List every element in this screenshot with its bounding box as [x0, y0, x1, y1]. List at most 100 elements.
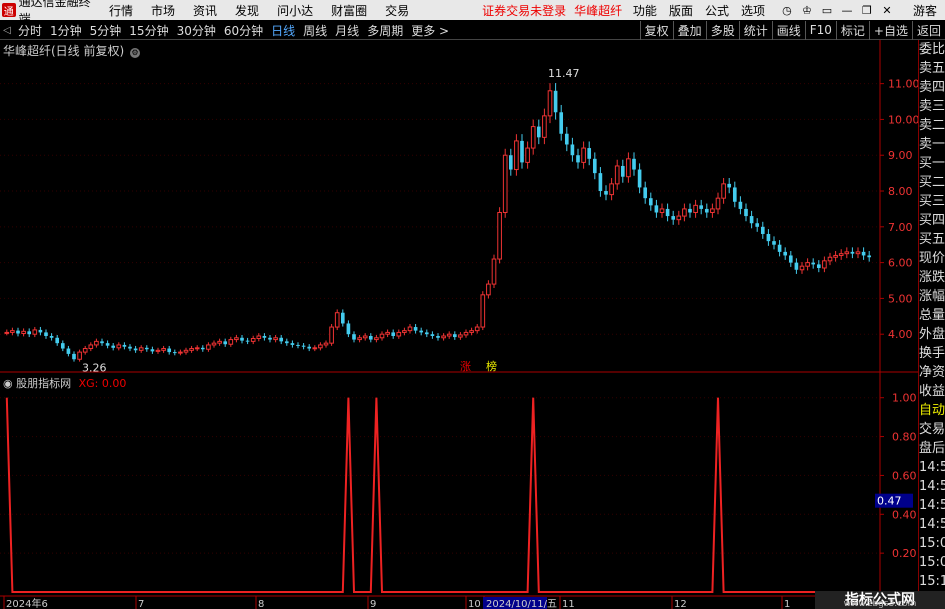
side-item: 盘后 — [919, 441, 945, 456]
candle-body — [122, 344, 127, 347]
candle — [867, 251, 872, 262]
candle-body — [654, 205, 659, 213]
candle — [122, 342, 127, 350]
candle-body — [693, 204, 698, 214]
candle — [637, 163, 642, 194]
candle — [323, 340, 329, 348]
candle-body — [760, 226, 765, 234]
candle-body — [362, 335, 368, 339]
candle — [659, 203, 665, 218]
candle — [632, 152, 636, 176]
candle-body — [374, 337, 379, 341]
candle — [161, 345, 166, 353]
side-item: 14:58 — [919, 517, 945, 532]
candle-body — [502, 154, 508, 214]
side-item: 总量 — [919, 308, 945, 323]
candle-body — [530, 126, 536, 149]
candle-body — [609, 183, 614, 196]
candle — [379, 331, 385, 341]
candle — [626, 152, 631, 183]
candle-body — [340, 312, 345, 324]
candle-body — [738, 201, 743, 209]
candle — [799, 261, 805, 274]
side-item: 卖二 — [919, 118, 945, 133]
candle — [547, 83, 553, 124]
candle-body — [318, 344, 323, 349]
candle — [559, 104, 564, 141]
candle — [721, 177, 726, 204]
price-tick-label: 7.00 — [888, 221, 913, 234]
candle-body — [256, 335, 262, 340]
candle-body — [732, 187, 737, 202]
candle-body — [844, 251, 850, 255]
candle-body — [301, 345, 306, 347]
side-item: 现价 — [919, 251, 945, 266]
candle-body — [643, 187, 648, 199]
candle-body — [379, 333, 385, 339]
candle — [346, 320, 351, 338]
candle-body — [632, 158, 636, 170]
candle-body — [312, 347, 318, 350]
candle-body — [861, 251, 866, 256]
candle — [715, 192, 721, 215]
candle — [167, 345, 172, 355]
watermark-url: www.zbgs3.com — [843, 599, 917, 609]
candle — [755, 218, 760, 232]
candle-body — [155, 349, 161, 352]
xg-signal-line — [5, 397, 870, 593]
candle-body — [491, 258, 497, 285]
candle-body — [474, 326, 480, 332]
candle-body — [699, 205, 704, 209]
date-tick-label: 1 — [784, 599, 790, 609]
candle-body — [777, 244, 782, 252]
candle-body — [206, 344, 211, 350]
quote-side-panel: 委比 卖五 卖四 卖三 卖二 卖一 买一 买二 买三 买四 买五 现价 涨跌 涨幅 总量 外盘 换手 净资 收益 自动… — [918, 40, 945, 609]
candle-body — [536, 126, 541, 138]
candle — [413, 324, 418, 334]
candle-body — [133, 348, 138, 351]
candle-body — [228, 339, 234, 345]
candle — [21, 328, 26, 337]
side-item: 卖一 — [919, 137, 945, 152]
candle-body — [744, 208, 748, 217]
candle — [116, 342, 122, 351]
price-tick-label: 10.00 — [888, 113, 918, 126]
chart-canvas[interactable]: 11.00 10.00 9.00 8.00 7.00 6.00 5.00 4.00 1.00 0… — [0, 0, 918, 609]
candle-body — [413, 327, 418, 331]
price-tick-label: 9.00 — [888, 149, 913, 162]
candle — [301, 343, 306, 350]
candle-body — [772, 241, 776, 245]
side-item: 委比 — [919, 42, 945, 57]
limit-up-marker: 涨 — [460, 360, 471, 373]
candle — [273, 334, 278, 343]
candle — [542, 108, 547, 145]
side-item: 买二 — [919, 175, 945, 190]
side-item: 14:56 — [919, 479, 945, 494]
candle-body — [167, 348, 172, 353]
candle — [822, 256, 827, 273]
candle — [520, 134, 524, 169]
date-tick-label: 8 — [258, 599, 264, 609]
candle-body — [178, 351, 183, 354]
settings-icon[interactable]: ⚙ — [130, 48, 141, 58]
xg-signal-series — [5, 397, 870, 593]
candle-body — [250, 338, 256, 342]
candle — [419, 327, 424, 336]
candle-body — [520, 140, 524, 163]
date-tick-label: 9 — [370, 599, 376, 609]
candle — [100, 338, 104, 346]
candle-body — [553, 90, 558, 113]
candle-body — [755, 223, 760, 227]
candle-body — [469, 330, 474, 333]
candle — [458, 332, 463, 340]
candle — [82, 345, 88, 355]
side-item: 换手 — [919, 346, 945, 361]
candle — [727, 177, 732, 194]
candle — [55, 334, 60, 346]
candle-body — [385, 331, 390, 335]
candle-body — [671, 216, 676, 220]
candle-body — [822, 260, 827, 269]
candle-body — [463, 331, 469, 336]
sub-chart-collapse-icon[interactable]: ◉ — [3, 377, 13, 390]
candle-body — [82, 348, 88, 353]
